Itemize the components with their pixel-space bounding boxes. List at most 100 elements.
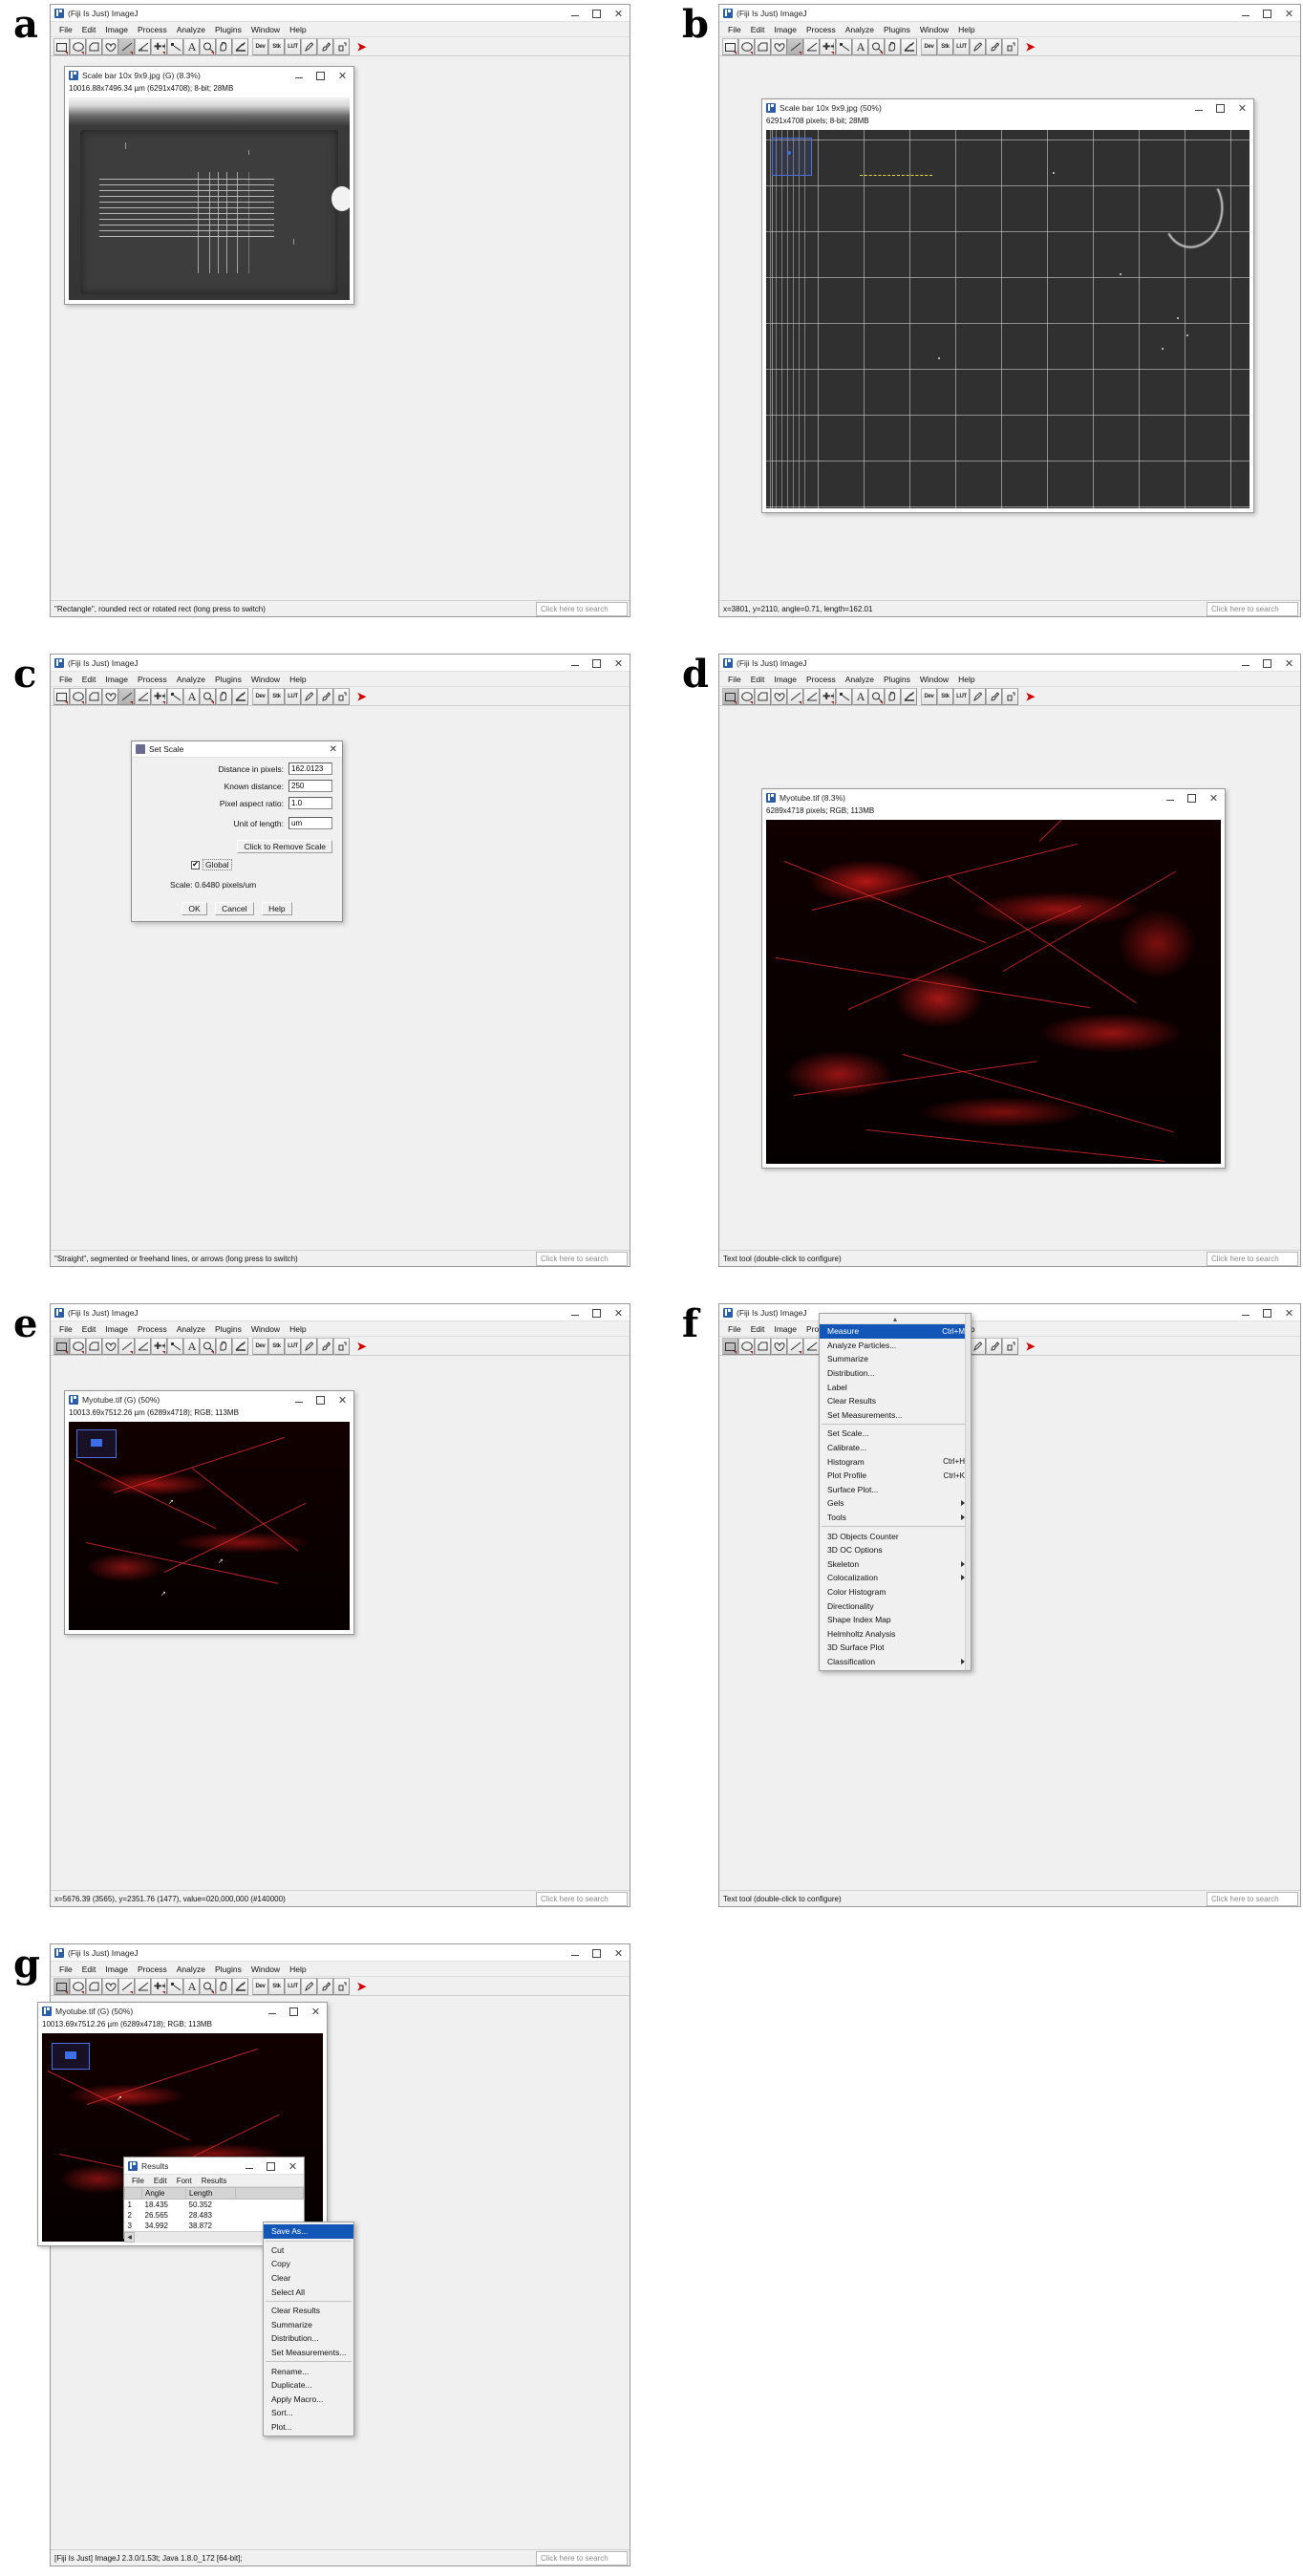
context-menu-item-cut[interactable]: Cut (264, 2243, 353, 2258)
menu-item-analyze-particles[interactable]: Analyze Particles... (820, 1339, 971, 1353)
close-button[interactable]: ✕ (1278, 5, 1300, 22)
oval-tool-icon[interactable] (738, 38, 755, 55)
menu-item-classification[interactable]: Classification (820, 1655, 971, 1669)
stk-tool-icon[interactable]: Stk (268, 688, 285, 705)
wand-tool-icon[interactable] (167, 688, 183, 705)
hand-tool-icon[interactable] (885, 688, 901, 705)
magnifier-tool-icon[interactable] (868, 688, 885, 705)
freehand-tool-icon[interactable] (102, 1338, 118, 1355)
oval-tool-icon[interactable] (70, 38, 86, 55)
maximize-button[interactable] (586, 1944, 608, 1962)
minimize-button[interactable] (1159, 789, 1181, 806)
menu-item-distribution[interactable]: Distribution... (820, 1366, 971, 1381)
text-tool-icon[interactable]: A (183, 38, 200, 55)
menu-item-measure[interactable]: Measure Ctrl+M (820, 1324, 971, 1339)
close-button[interactable]: ✕ (608, 5, 630, 22)
maximize-button[interactable] (586, 1304, 608, 1321)
stk-tool-icon[interactable]: Stk (268, 38, 285, 55)
search-input[interactable]: Click here to search (1207, 1251, 1298, 1266)
menu-item-3d-objects-counter[interactable]: 3D Objects Counter (820, 1529, 971, 1543)
menu-item-skeleton[interactable]: Skeleton (820, 1557, 971, 1572)
angle-tool-icon[interactable] (803, 688, 820, 705)
menu-window[interactable]: Window (246, 1964, 285, 1975)
spray-tool-icon[interactable] (1002, 1338, 1018, 1355)
text-tool-icon[interactable]: A (852, 38, 868, 55)
dev-tool-icon[interactable]: Dev (252, 1338, 268, 1355)
angle-tool-icon[interactable] (135, 688, 151, 705)
menu-item-set-measurements[interactable]: Set Measurements... (820, 1408, 971, 1423)
image-canvas[interactable] (766, 130, 1250, 508)
close-button[interactable]: ✕ (305, 2003, 327, 2020)
menu-analyze[interactable]: Analyze (172, 674, 210, 685)
freehand-tool-icon[interactable] (102, 1978, 118, 1995)
menu-window[interactable]: Window (246, 1323, 285, 1335)
hand-tool-icon[interactable] (885, 38, 901, 55)
context-menu-item-clear-results[interactable]: Clear Results (264, 2304, 353, 2318)
wand-tool-icon[interactable] (167, 38, 183, 55)
menu-help[interactable]: Help (285, 674, 310, 685)
lut-tool-icon[interactable]: LUT (285, 38, 301, 55)
freehand-tool-icon[interactable] (771, 38, 787, 55)
maximize-button[interactable] (310, 67, 331, 84)
context-menu-item-clear[interactable]: Clear (264, 2271, 353, 2286)
results-menu-file[interactable]: File (127, 2177, 149, 2185)
maximize-button[interactable] (283, 2003, 305, 2020)
text-tool-icon[interactable]: A (183, 688, 200, 705)
menu-scrollbar[interactable] (965, 1314, 971, 1671)
menu-image[interactable]: Image (100, 24, 133, 35)
menu-image[interactable]: Image (100, 1323, 133, 1335)
menu-item-directionality[interactable]: Directionality (820, 1599, 971, 1613)
spray-tool-icon[interactable] (333, 1978, 350, 1995)
close-button[interactable]: ✕ (1278, 655, 1300, 672)
dropper-tool-icon[interactable] (901, 688, 917, 705)
wand-tool-icon[interactable] (167, 1978, 183, 1995)
dialog-close-icon[interactable]: ✕ (330, 744, 337, 755)
context-menu-item-rename[interactable]: Rename... (264, 2364, 353, 2378)
ok-button[interactable]: OK (182, 902, 207, 915)
freehand-tool-icon[interactable] (102, 688, 118, 705)
dropper-tool-icon[interactable] (232, 688, 248, 705)
menu-window[interactable]: Window (915, 674, 953, 685)
point-tool-icon[interactable]: ✚✚ (151, 1978, 167, 1995)
arrow-tool-icon[interactable]: ➤ (353, 38, 370, 55)
minimize-button[interactable] (564, 1304, 586, 1321)
line-tool-icon[interactable] (118, 1338, 135, 1355)
menu-help[interactable]: Help (285, 1964, 310, 1975)
polygon-tool-icon[interactable] (86, 1978, 102, 1995)
unit-of-length-input[interactable]: um (288, 817, 332, 829)
minimize-button[interactable] (238, 2157, 260, 2175)
results-menu-edit[interactable]: Edit (149, 2177, 172, 2185)
angle-tool-icon[interactable] (803, 38, 820, 55)
menu-image[interactable]: Image (100, 674, 133, 685)
polygon-tool-icon[interactable] (86, 688, 102, 705)
context-menu-item-summarize[interactable]: Summarize (264, 2318, 353, 2332)
minimize-button[interactable] (1234, 5, 1256, 22)
maximize-button[interactable] (1181, 789, 1203, 806)
roi-selection[interactable] (76, 1429, 117, 1458)
close-button[interactable]: ✕ (1231, 99, 1253, 117)
minimize-button[interactable] (288, 1391, 310, 1408)
rectangle-tool-icon[interactable] (722, 38, 738, 55)
menu-item-tools[interactable]: Tools (820, 1511, 971, 1525)
menu-file[interactable]: File (54, 1964, 77, 1975)
menu-window[interactable]: Window (246, 674, 285, 685)
brush-tool-icon[interactable] (317, 1338, 333, 1355)
polygon-tool-icon[interactable] (755, 38, 771, 55)
menu-help[interactable]: Help (285, 24, 310, 35)
freehand-tool-icon[interactable] (102, 38, 118, 55)
menu-edit[interactable]: Edit (746, 24, 770, 35)
search-input[interactable]: Click here to search (1207, 601, 1298, 616)
polygon-tool-icon[interactable] (86, 1338, 102, 1355)
menu-process[interactable]: Process (801, 24, 841, 35)
close-button[interactable]: ✕ (331, 1391, 353, 1408)
oval-tool-icon[interactable] (70, 688, 86, 705)
menu-item-3d-surface-plot[interactable]: 3D Surface Plot (820, 1641, 971, 1655)
menu-file[interactable]: File (54, 674, 77, 685)
minimize-button[interactable] (564, 655, 586, 672)
search-input[interactable]: Click here to search (536, 2550, 628, 2565)
rectangle-tool-icon[interactable] (722, 688, 738, 705)
image-canvas[interactable]: ↗ ↗ ↗ (69, 1422, 350, 1630)
line-tool-icon[interactable] (787, 38, 803, 55)
brush-tool-icon[interactable] (986, 688, 1002, 705)
menu-edit[interactable]: Edit (77, 674, 101, 685)
